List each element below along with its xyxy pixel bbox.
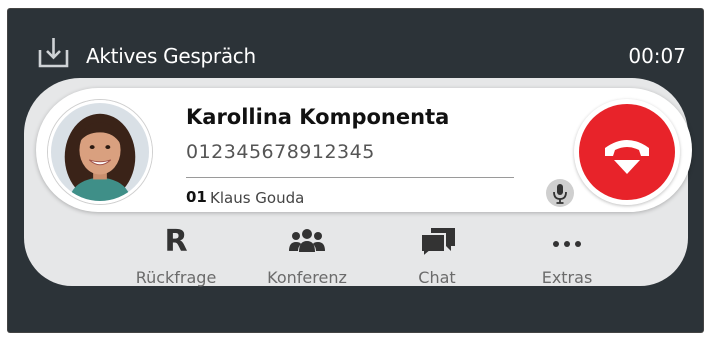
divider	[186, 177, 514, 178]
download-tray-icon[interactable]	[37, 36, 70, 69]
chat-bubbles-icon	[417, 224, 457, 260]
page-title: Aktives Gespräch	[86, 44, 256, 68]
line-number: 01	[186, 188, 207, 206]
konferenz-button[interactable]: Konferenz	[252, 224, 362, 294]
extras-label: Extras	[541, 268, 593, 287]
chat-button[interactable]: Chat	[382, 224, 492, 294]
consult-r-icon: R	[164, 224, 188, 259]
konferenz-label: Konferenz	[267, 268, 347, 287]
group-icon	[287, 224, 327, 260]
avatar	[48, 100, 152, 204]
more-dots-icon	[547, 224, 587, 260]
chat-label: Chat	[418, 268, 456, 287]
rueckfrage-button[interactable]: R Rückfrage	[121, 224, 231, 294]
rueckfrage-label: Rückfrage	[135, 268, 217, 287]
hang-up-icon	[579, 104, 675, 200]
microphone-icon[interactable]	[546, 179, 574, 207]
line-user: Klaus Gouda	[210, 189, 305, 207]
extras-button[interactable]: Extras	[512, 224, 622, 294]
phone-number: 012345678912345	[186, 141, 375, 163]
call-timer: 00:07	[628, 44, 686, 68]
contact-name: Karollina Komponenta	[186, 105, 450, 129]
hang-up-button[interactable]	[574, 99, 680, 205]
header-bar: Aktives Gespräch 00:07	[8, 9, 703, 85]
